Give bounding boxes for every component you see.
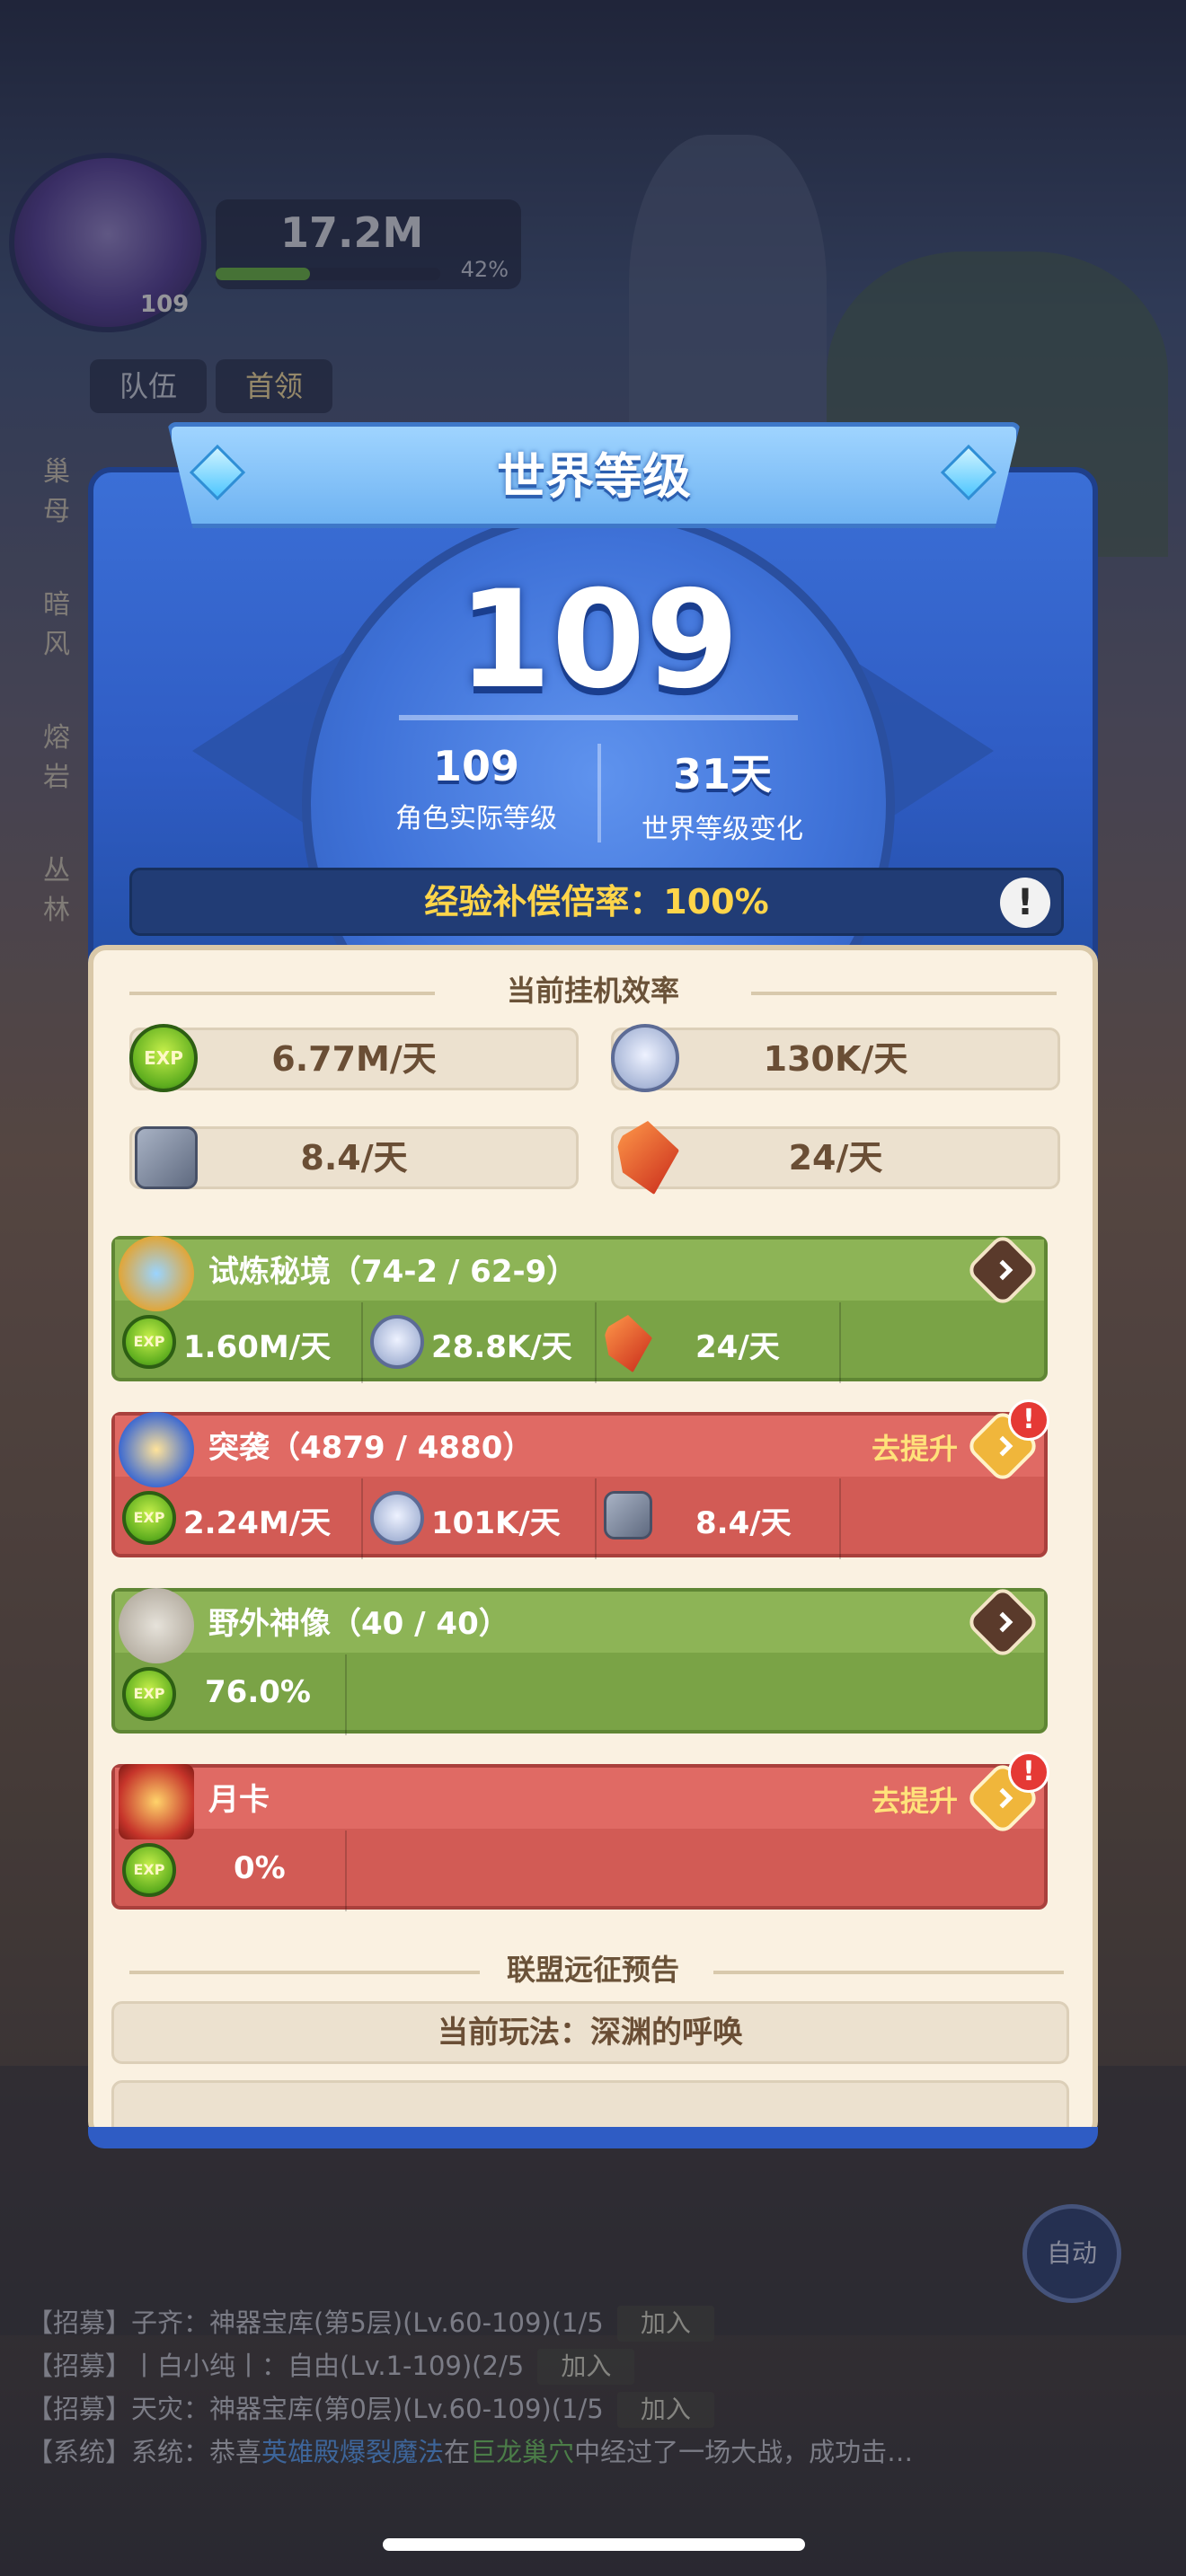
chevron-right-icon <box>992 1259 1013 1281</box>
exp-icon: EXP <box>122 1667 176 1721</box>
reward-row: EXP 1.60M/天 28.8K/天 24/天 <box>115 1302 1044 1383</box>
world-level-modal: 109 109 角色实际等级 31天 世界等级变化 经验补偿倍率：100% ! … <box>88 422 1098 2148</box>
reward-row: EXP 76.0% <box>115 1654 1044 1735</box>
reward-value: 28.8K/天 <box>431 1329 572 1365</box>
reward-value: 24/天 <box>695 1329 780 1365</box>
modal-title: 世界等级 <box>497 448 691 505</box>
modal-body: 当前挂机效率 6.77M/天 EXP 130K/天 8.4/天 24/天 试炼秘… <box>88 945 1098 2139</box>
world-level-value: 109 <box>457 562 739 719</box>
exp-icon: EXP <box>122 1315 176 1369</box>
reward-value: 76.0% <box>205 1674 311 1710</box>
level-change-label: 世界等级变化 <box>642 814 803 845</box>
raid-emblem-icon <box>119 1412 194 1487</box>
exp-icon: EXP <box>122 1491 176 1545</box>
coin-icon <box>370 1491 424 1545</box>
monthly-card-icon <box>119 1764 194 1839</box>
statue-card[interactable]: 野外神像（40 / 40） EXP 76.0% <box>111 1584 1048 1735</box>
modal-footer-edge <box>88 2127 1098 2148</box>
efficiency-crystal: 24/天 <box>611 1126 1060 1189</box>
reward-stone: 8.4/天 <box>597 1478 841 1559</box>
alliance-title: 联盟远征预告 <box>506 1953 679 1987</box>
card-title: 突袭（4879 / 4880） <box>208 1430 534 1466</box>
stone-icon <box>604 1491 652 1539</box>
exp-icon: EXP <box>122 1843 176 1897</box>
reward-coin: 101K/天 <box>363 1478 597 1559</box>
reward-row: EXP 2.24M/天 101K/天 8.4/天 <box>115 1478 1044 1559</box>
level-change-stat: 31天 世界等级变化 <box>588 742 857 846</box>
actual-level-stat: 109 角色实际等级 <box>341 742 611 835</box>
card-title: 野外神像（40 / 40） <box>208 1606 509 1642</box>
improve-link[interactable]: 去提升 <box>872 1426 958 1468</box>
actual-level-value: 109 <box>432 742 520 790</box>
card-title: 试炼秘境（74-2 / 62-9） <box>208 1254 578 1290</box>
reward-value: 1.60M/天 <box>183 1329 332 1365</box>
raid-card[interactable]: 突袭（4879 / 4880） 去提升 ! EXP 2.24M/天 101K/天… <box>111 1399 1049 1559</box>
alert-icon: ! <box>1008 1751 1049 1793</box>
actual-level-label: 角色实际等级 <box>395 803 557 834</box>
crystal-icon <box>604 1315 652 1372</box>
level-change-value: 31天 <box>672 750 772 798</box>
trial-card[interactable]: 试炼秘境（74-2 / 62-9） EXP 1.60M/天 28.8K/天 24… <box>111 1231 1048 1383</box>
exp-compensation-text: 经验补偿倍率：100% <box>424 882 769 922</box>
card-title: 月卡 <box>208 1782 270 1818</box>
monthly-card[interactable]: 月卡 去提升 ! EXP 0% <box>111 1751 1049 1911</box>
reward-exp: EXP 0% <box>115 1831 347 1911</box>
home-indicator[interactable] <box>383 2538 805 2551</box>
reward-exp: EXP 2.24M/天 <box>115 1478 363 1559</box>
exp-compensation-bar: 经验补偿倍率：100% ! <box>129 868 1064 936</box>
reward-value: 0% <box>234 1850 286 1886</box>
modal-header-panel: 109 109 角色实际等级 31天 世界等级变化 经验补偿倍率：100% ! <box>88 467 1098 1101</box>
chevron-right-icon <box>992 1435 1013 1457</box>
alert-icon: ! <box>1008 1399 1049 1441</box>
info-icon[interactable]: ! <box>1000 878 1050 928</box>
reward-crystal: 24/天 <box>597 1302 841 1383</box>
reward-value: 8.4/天 <box>695 1505 792 1541</box>
reward-coin: 28.8K/天 <box>363 1302 597 1383</box>
coin-icon <box>370 1315 424 1369</box>
reward-exp: EXP 1.60M/天 <box>115 1302 363 1383</box>
stone-icon <box>135 1126 198 1189</box>
improve-link[interactable]: 去提升 <box>872 1778 958 1820</box>
chevron-right-icon <box>992 1787 1013 1809</box>
reward-row: EXP 0% <box>115 1831 1044 1911</box>
chevron-right-icon <box>992 1611 1013 1633</box>
reward-value: 2.24M/天 <box>183 1505 332 1541</box>
efficiency-title: 当前挂机效率 <box>506 974 679 1008</box>
reward-value: 101K/天 <box>431 1505 561 1541</box>
exp-icon: EXP <box>129 1024 198 1092</box>
divider <box>399 715 798 720</box>
trial-emblem-icon <box>119 1236 194 1311</box>
statue-emblem-icon <box>119 1588 194 1663</box>
reward-exp: EXP 76.0% <box>115 1654 347 1735</box>
current-play-box: 当前玩法：深渊的呼唤 <box>111 2001 1069 2064</box>
coin-icon <box>611 1024 679 1092</box>
